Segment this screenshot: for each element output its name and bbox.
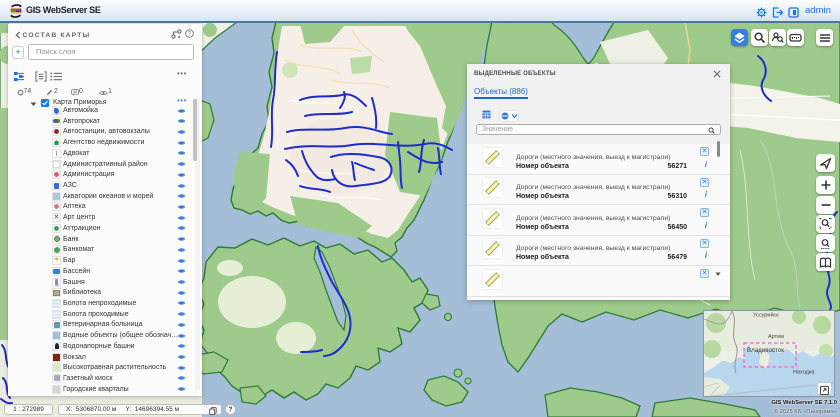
svg-text:Артем: Артем [768, 334, 784, 340]
svg-text:Владивосток: Владивосток [747, 347, 784, 354]
svg-text:Находка: Находка [793, 370, 815, 376]
svg-text:Уссурийск: Уссурийск [753, 312, 779, 319]
